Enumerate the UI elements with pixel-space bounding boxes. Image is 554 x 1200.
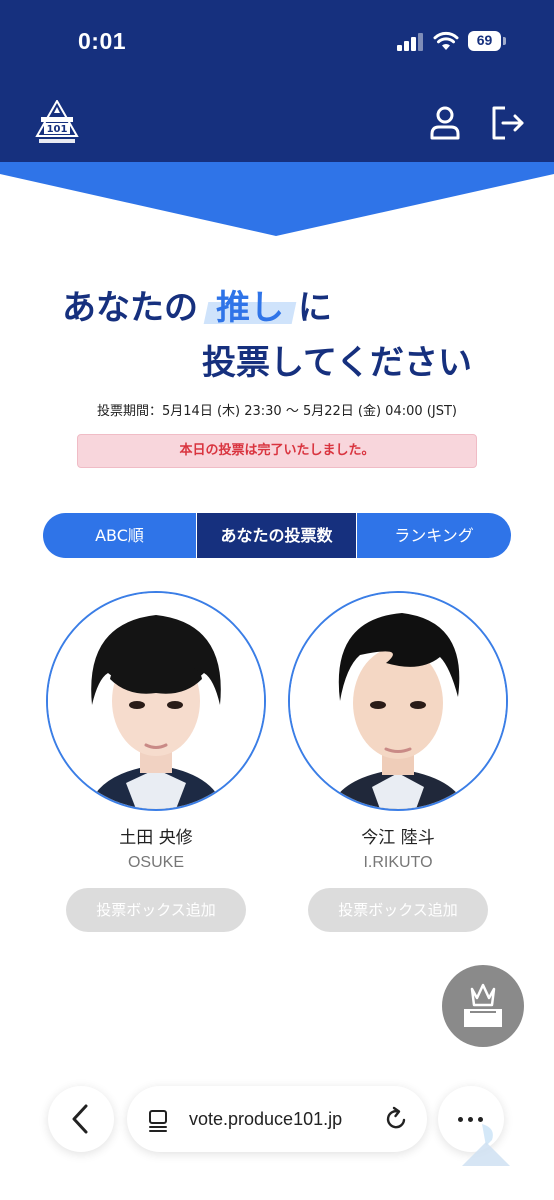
tab-ranking[interactable]: ランキング xyxy=(357,513,511,558)
tab-your-votes[interactable]: あなたの投票数 xyxy=(196,513,357,558)
page-heading: あなたの 推し に xyxy=(62,280,332,328)
candidate-name: 土田 央修 xyxy=(119,828,193,848)
status-time: 0:01 xyxy=(78,28,127,54)
produce101-logo[interactable]: 101 xyxy=(33,100,81,146)
candidate-roman-name: I.RIKUTO xyxy=(363,854,433,871)
add-to-vote-box-button[interactable]: 投票ボックス追加 xyxy=(66,888,246,932)
heading-highlight: 推し xyxy=(203,280,297,329)
candidate-card: 土田 央修 OSUKE 投票ボックス追加 xyxy=(46,591,266,932)
vote-complete-banner: 本日の投票は完了いたしました。 xyxy=(77,434,477,468)
vote-period: 投票期間：5月14日 (木) 23:30 〜 5月22日 (金) 04:00 (… xyxy=(97,404,457,419)
page-menu-icon[interactable] xyxy=(147,1108,171,1132)
vote-box-button[interactable] xyxy=(442,965,524,1047)
add-to-vote-box-button[interactable]: 投票ボックス追加 xyxy=(308,888,488,932)
battery-level: 69 xyxy=(476,32,493,48)
browser-back-button[interactable] xyxy=(48,1086,114,1152)
heading-prefix: あなたの xyxy=(62,287,198,328)
app-header xyxy=(0,0,554,162)
header-chevron xyxy=(0,162,554,236)
candidate-roman-name: OSUKE xyxy=(127,854,184,871)
sort-tabs: ABC順 あなたの投票数 ランキング xyxy=(43,513,511,558)
watermark-logo xyxy=(462,1124,510,1166)
address-bar[interactable]: vote.produce101.jp xyxy=(127,1086,427,1152)
candidate-photo[interactable] xyxy=(46,591,266,811)
heading-line2: 投票してください xyxy=(202,343,472,383)
url-text: vote.produce101.jp xyxy=(189,1109,343,1129)
user-icon[interactable] xyxy=(427,104,463,142)
candidate-photo[interactable] xyxy=(288,591,508,811)
candidate-name: 今江 陸斗 xyxy=(361,828,435,848)
heading-suffix: に xyxy=(298,287,332,328)
svg-text:101: 101 xyxy=(47,124,68,135)
vote-box-icon xyxy=(464,983,502,1027)
tab-abc-order[interactable]: ABC順 xyxy=(43,513,196,558)
cellular-signal-icon xyxy=(397,33,425,51)
wifi-icon xyxy=(433,31,459,50)
candidate-card: 今江 陸斗 I.RIKUTO 投票ボックス追加 xyxy=(288,591,508,932)
battery-icon: 69 xyxy=(468,31,506,51)
chevron-left-icon xyxy=(72,1104,88,1134)
reload-icon[interactable] xyxy=(383,1106,409,1132)
logout-icon[interactable] xyxy=(489,104,527,142)
